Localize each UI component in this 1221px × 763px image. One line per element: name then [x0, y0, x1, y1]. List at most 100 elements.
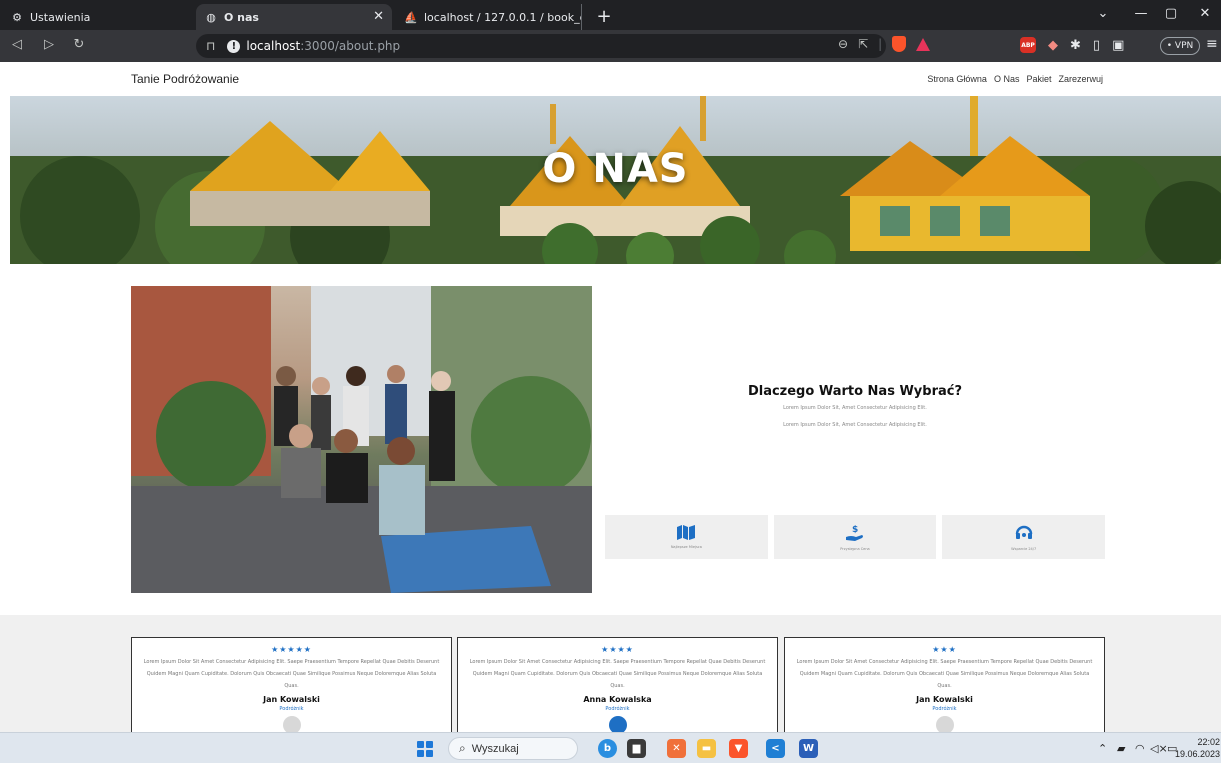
nav-package[interactable]: Pakiet — [1026, 74, 1051, 84]
tab-about[interactable]: ◍ O nas ✕ — [196, 4, 392, 30]
hero-title: O NAS — [542, 146, 689, 192]
about-title: Dlaczego Warto Nas Wybrać? — [747, 384, 963, 399]
share-icon[interactable]: ⇱ — [858, 37, 868, 51]
about-section: Dlaczego Warto Nas Wybrać? Lorem Ipsum D… — [0, 264, 1221, 612]
vpn-button[interactable]: • VPN — [1160, 37, 1200, 55]
star-rating: ★★★ — [932, 645, 957, 654]
review-card: ★★★★ Lorem Ipsum Dolor Sit Amet Consecte… — [457, 637, 778, 732]
nav-book[interactable]: Zarezerwuj — [1058, 74, 1103, 84]
windows-logo-icon — [417, 741, 424, 748]
taskbar-search[interactable]: ⌕ Wyszukaj — [448, 737, 578, 760]
system-clock[interactable]: 22:02 19.06.2023 — [1170, 736, 1220, 760]
site-logo[interactable]: Tanie Podróżowanie — [131, 72, 239, 86]
search-placeholder: Wyszukaj — [471, 742, 519, 755]
wifi-icon[interactable]: ◠ — [1135, 742, 1145, 755]
feature-label: Najlepsze Miejsca — [670, 545, 702, 549]
about-content: Dlaczego Warto Nas Wybrać? Lorem Ipsum D… — [605, 384, 1105, 439]
clock-time: 22:02 — [1197, 737, 1220, 747]
maximize-button[interactable]: ▢ — [1161, 6, 1181, 21]
word-icon[interactable]: W — [799, 739, 818, 758]
about-photo — [131, 286, 592, 593]
tab-settings[interactable]: ⚙ Ustawienia — [2, 4, 192, 30]
review-text: Lorem Ipsum Dolor Sit Amet Consectetur A… — [469, 659, 766, 689]
browser-tab-bar: ⚙ Ustawienia ◍ O nas ✕ ⛵ localhost / 127… — [0, 0, 1221, 30]
reviewer-name: Anna Kowalska — [583, 695, 652, 704]
close-window-button[interactable]: ✕ — [1195, 6, 1215, 21]
feature-support: Wsparcie 24/7 — [942, 515, 1106, 559]
sidebar-icon[interactable]: ▯ — [1093, 38, 1100, 53]
reviewer-name: Jan Kowalski — [263, 695, 320, 704]
hero-banner: O NAS — [10, 96, 1221, 264]
close-icon[interactable]: ✕ — [373, 9, 384, 24]
wallet-icon[interactable]: ▣ — [1112, 38, 1124, 53]
url-path: :3000/about.php — [300, 39, 401, 53]
clock-date: 19.06.2023 — [1174, 749, 1220, 759]
nav-home[interactable]: Strona Główna — [927, 74, 987, 84]
gear-icon: ⚙ — [12, 10, 22, 24]
feature-affordable: $ Przystępna Cena — [773, 515, 937, 559]
brave-rewards-icon[interactable] — [916, 37, 931, 51]
browser-toolbar: ◁ ▷ ↻ ⊓ ! localhost :3000/about.php ⊖ ⇱ … — [0, 30, 1221, 62]
windows-logo-icon — [426, 750, 433, 757]
file-explorer-icon[interactable]: ▆ — [627, 739, 646, 758]
avatar — [282, 716, 301, 732]
price-hand-icon: $ — [846, 525, 863, 541]
speaker-icon[interactable]: ◁× — [1150, 742, 1168, 755]
reviews-section: ★★★★★ Lorem Ipsum Dolor Sit Amet Consect… — [0, 615, 1221, 732]
phpmyadmin-icon: ⛵ — [404, 10, 418, 24]
back-button[interactable]: ◁ — [8, 37, 26, 52]
zoom-icon[interactable]: ⊖ — [838, 37, 848, 51]
nav-about[interactable]: O Nas — [994, 74, 1020, 84]
extensions-area: ABP ◆ ✱ ▯ ▣ — [1020, 37, 1124, 53]
feature-label: Przystępna Cena — [840, 546, 870, 551]
forward-button[interactable]: ▷ — [40, 37, 58, 52]
puzzle-icon[interactable]: ✱ — [1070, 38, 1081, 53]
map-icon — [677, 525, 696, 540]
bing-icon[interactable]: b — [598, 739, 617, 758]
tab-search-icon[interactable]: ⌄ — [1093, 6, 1113, 21]
taskbar-app-icon[interactable]: ▰ — [1117, 742, 1125, 755]
review-card: ★★★ Lorem Ipsum Dolor Sit Amet Consectet… — [784, 637, 1105, 732]
feature-best-places: Najlepsze Miejsca — [605, 515, 768, 559]
bookmark-icon[interactable]: ⊓ — [206, 39, 215, 53]
windows-taskbar: ⌕ Wyszukaj b ▆ ✕ ▬ ▼ < W ⌃ ▰ ◠ ◁× ▭ 22:0… — [0, 732, 1221, 763]
brave-icon[interactable]: ▼ — [729, 739, 748, 758]
review-text: Lorem Ipsum Dolor Sit Amet Consectetur A… — [796, 659, 1093, 689]
menu-icon[interactable]: ≡ — [1206, 36, 1218, 52]
site-info-icon[interactable]: ! — [227, 39, 241, 53]
review-text: Lorem Ipsum Dolor Sit Amet Consectetur A… — [143, 659, 440, 689]
reviewer-name: Jan Kowalski — [916, 695, 973, 704]
address-bar[interactable]: ⊓ ! localhost :3000/about.php — [196, 34, 886, 58]
vscode-icon[interactable]: < — [766, 739, 785, 758]
windows-logo-icon — [417, 750, 424, 757]
avatar — [608, 716, 627, 732]
extension-icon[interactable]: ◆ — [1048, 38, 1058, 53]
search-icon: ⌕ — [459, 741, 466, 755]
windows-logo-icon — [426, 741, 433, 748]
url-host: localhost — [246, 39, 301, 53]
folder-icon[interactable]: ▬ — [697, 739, 716, 758]
tab-phpmyadmin[interactable]: ⛵ localhost / 127.0.0.1 / book_db / book — [396, 4, 582, 30]
minimize-button[interactable]: — — [1131, 6, 1151, 21]
chevron-up-icon[interactable]: ⌃ — [1098, 742, 1107, 755]
adblock-icon[interactable]: ABP — [1020, 37, 1036, 53]
site-header: Tanie Podróżowanie Strona Główna O Nas P… — [0, 62, 1221, 96]
avatar — [935, 716, 954, 732]
start-button[interactable] — [417, 741, 433, 757]
new-tab-button[interactable]: + — [592, 4, 616, 28]
feature-label: Wsparcie 24/7 — [1011, 546, 1037, 551]
divider: | — [878, 37, 883, 51]
tab-label: O nas — [224, 10, 259, 24]
reload-button[interactable]: ↻ — [70, 37, 88, 52]
star-rating: ★★★★ — [601, 645, 634, 654]
svg-text:$: $ — [852, 525, 858, 535]
reviewer-role: Podróżnik — [279, 706, 304, 712]
about-paragraph: Lorem Ipsum Dolor Sit, Amet Consectetur … — [783, 422, 927, 428]
star-rating: ★★★★★ — [271, 645, 312, 654]
brave-shields-icon[interactable] — [892, 36, 907, 52]
site-nav: Strona Główna O Nas Pakiet Zarezerwuj — [927, 74, 1103, 84]
headset-icon — [1015, 525, 1032, 539]
web-page: Tanie Podróżowanie Strona Główna O Nas P… — [0, 62, 1221, 732]
xampp-icon[interactable]: ✕ — [667, 739, 686, 758]
tab-label: localhost / 127.0.0.1 / book_db / book — [424, 10, 581, 24]
